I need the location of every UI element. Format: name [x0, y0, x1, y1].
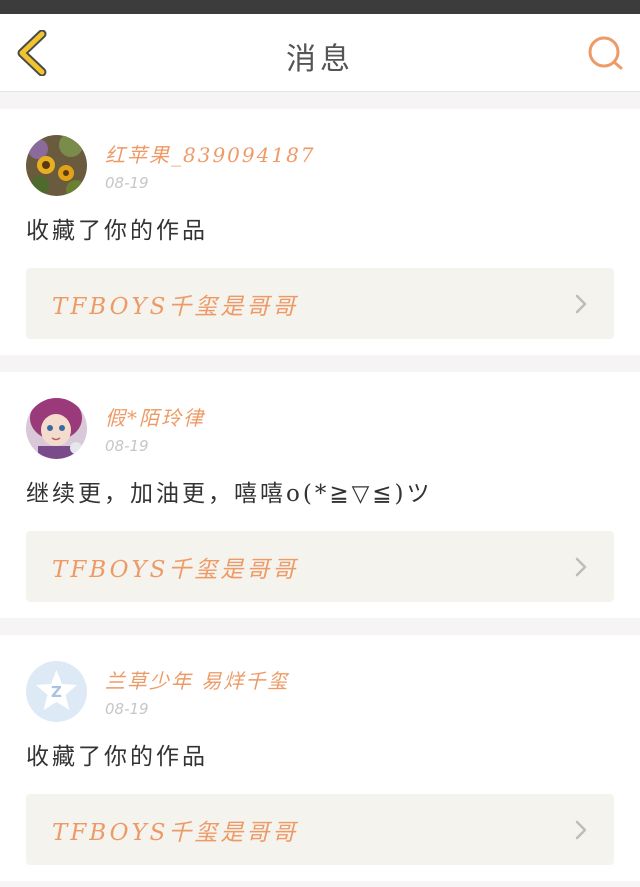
avatar[interactable] [26, 135, 87, 196]
default-z-avatar-icon: Z [26, 661, 87, 722]
chevron-right-icon [575, 294, 587, 313]
search-button[interactable] [586, 34, 626, 74]
svg-text:Z: Z [51, 683, 62, 701]
top-nav-bar: 消息 [0, 14, 640, 92]
username[interactable]: 红苹果_839094187 [105, 139, 316, 168]
work-link[interactable]: TFBOYS千玺是哥哥 [26, 268, 614, 339]
user-meta: 红苹果_839094187 08-19 [105, 135, 316, 192]
notification-header: 红苹果_839094187 08-19 [26, 135, 614, 197]
username[interactable]: 兰草少年 易烊千玺 [105, 665, 289, 694]
user-meta: 兰草少年 易烊千玺 08-19 [105, 661, 289, 718]
timestamp: 08-19 [105, 174, 149, 192]
work-title: TFBOYS千玺是哥哥 [52, 819, 299, 846]
page-title: 消息 [286, 42, 354, 77]
notification-card: 红苹果_839094187 08-19 收藏了你的作品 TFBOYS千玺是哥哥 [0, 109, 640, 355]
chevron-right-icon [575, 820, 587, 839]
status-bar [0, 0, 640, 14]
user-meta: 假*陌玲律 08-19 [105, 398, 205, 455]
notification-header: Z 兰草少年 易烊千玺 08-19 [26, 661, 614, 723]
work-title: TFBOYS千玺是哥哥 [52, 293, 299, 320]
work-link[interactable]: TFBOYS千玺是哥哥 [26, 531, 614, 602]
anime-girl-avatar-icon [26, 398, 87, 459]
message-text: 收藏了你的作品 [26, 218, 208, 244]
notification-list: 红苹果_839094187 08-19 收藏了你的作品 TFBOYS千玺是哥哥 [0, 109, 640, 881]
notification-card: Z 兰草少年 易烊千玺 08-19 收藏了你的作品 TFBOYS千玺是哥哥 [0, 635, 640, 881]
message-text: 继续更，加油更，嘻嘻o(*≧▽≦)ツ [26, 481, 433, 507]
avatar[interactable]: Z [26, 661, 87, 722]
message-text: 收藏了你的作品 [26, 744, 208, 770]
avatar[interactable] [26, 398, 87, 459]
sunflower-avatar-icon [26, 135, 87, 196]
username[interactable]: 假*陌玲律 [105, 402, 205, 431]
work-title: TFBOYS千玺是哥哥 [52, 556, 299, 583]
divider [0, 92, 640, 109]
notification-header: 假*陌玲律 08-19 [26, 398, 614, 460]
timestamp: 08-19 [105, 437, 149, 455]
search-icon [588, 36, 623, 70]
timestamp: 08-19 [105, 700, 149, 718]
notification-card: 假*陌玲律 08-19 继续更，加油更，嘻嘻o(*≧▽≦)ツ TFBOYS千玺是… [0, 372, 640, 618]
work-link[interactable]: TFBOYS千玺是哥哥 [26, 794, 614, 865]
chevron-right-icon [575, 557, 587, 576]
